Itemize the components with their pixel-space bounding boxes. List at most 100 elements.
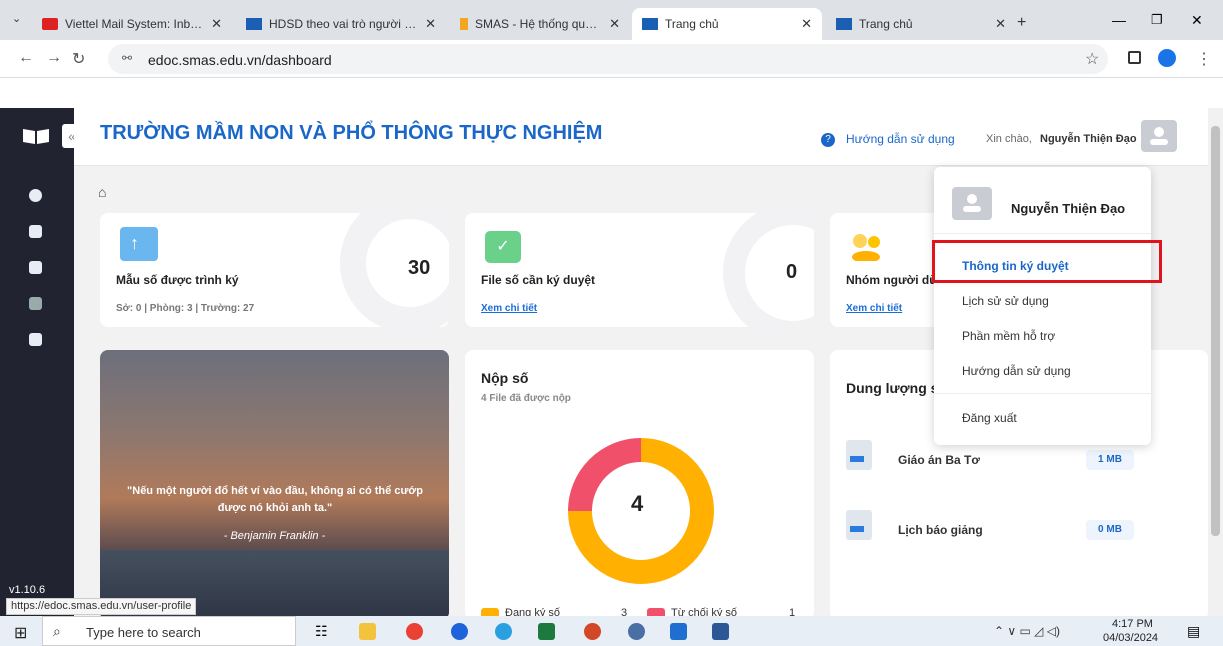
close-icon[interactable]: ✕ — [995, 16, 1006, 32]
close-icon[interactable]: ✕ — [801, 16, 812, 32]
side-panel-icon[interactable] — [1128, 51, 1141, 64]
menu-avatar — [952, 187, 992, 220]
quote-card: "Nếu một người đổ hết ví vào đầu, không … — [100, 350, 449, 616]
chrome-icon[interactable] — [406, 623, 423, 640]
templates-count: 30 — [408, 257, 431, 279]
status-url: https://edoc.smas.edu.vn/user-profile — [6, 598, 197, 615]
tab-smas[interactable]: SMAS - Hệ thống quản lý nh✕ — [450, 8, 630, 40]
user-name: Nguyễn Thiện Đạo — [1040, 133, 1137, 145]
help-icon[interactable]: ? — [821, 133, 835, 147]
search-doc-nav-icon[interactable] — [29, 297, 42, 310]
vertical-scrollbar[interactable] — [1208, 108, 1223, 616]
address-text[interactable]: edoc.smas.edu.vn/dashboard — [148, 52, 332, 68]
upload-folder-nav-icon[interactable] — [29, 225, 42, 238]
tab-mail[interactable]: Viettel Mail System: Inbox (8 ✕ — [32, 8, 232, 40]
notification-icon[interactable]: ▤ — [1187, 623, 1200, 640]
divider — [934, 233, 1151, 234]
telegram-icon[interactable] — [495, 623, 512, 640]
card-decoration — [340, 213, 449, 327]
restore-icon[interactable]: ❐ — [1151, 12, 1163, 28]
quote-text: "Nếu một người đổ hết ví vào đầu, không … — [127, 485, 423, 514]
kebab-menu-icon[interactable]: ⋮ — [1196, 49, 1212, 69]
storage-item-size: 0 MB — [1086, 520, 1134, 540]
reload-icon[interactable]: ↻ — [72, 49, 85, 69]
legend-swatch-rejected — [647, 608, 665, 616]
breadcrumb-home-icon[interactable]: ⌂ — [98, 184, 106, 200]
menu-item-usage-history[interactable]: Lịch sử sử dụng — [962, 294, 1049, 308]
file-icon — [846, 510, 872, 540]
windows-start-icon[interactable]: ⊞ — [14, 623, 27, 643]
search-placeholder: Type here to search — [86, 625, 201, 640]
word-icon[interactable] — [712, 623, 729, 640]
page-top-margin — [0, 78, 1223, 108]
task-view-icon[interactable]: ☷ — [315, 623, 328, 640]
close-icon[interactable]: ✕ — [211, 16, 222, 32]
new-tab-plus-icon[interactable]: + — [1017, 14, 1026, 32]
storage-item-name: Lịch báo giảng — [898, 523, 983, 537]
donut-total: 4 — [631, 491, 644, 516]
app-icon[interactable] — [670, 623, 687, 640]
window-close-icon[interactable]: ✕ — [1191, 12, 1203, 29]
minimize-icon[interactable]: — — [1112, 12, 1126, 28]
legend-label-rejected: Từ chối ký số — [671, 607, 738, 616]
close-icon[interactable]: ✕ — [609, 16, 620, 32]
legend-value-signing: 3 — [621, 607, 628, 616]
tab-search-chevron-icon[interactable]: ⌄ — [12, 12, 21, 25]
profile-avatar-icon[interactable] — [1158, 49, 1176, 67]
back-arrow-icon[interactable]: ← — [18, 49, 34, 67]
site-info-icon[interactable]: ⚯ — [122, 51, 132, 65]
file-icon — [846, 440, 872, 470]
version-label: v1.10.6 — [9, 584, 46, 596]
tab-home-active[interactable]: Trang chủ ✕ — [632, 8, 822, 40]
files-card: ✓ File số cần ký duyệt 0 Xem chi tiết — [465, 213, 814, 327]
quote-author: - Benjamin Franklin - — [223, 530, 326, 542]
storage-item-name: Giáo án Ba Tơ — [898, 453, 980, 467]
paint-icon[interactable] — [628, 623, 645, 640]
templates-card: ↑ Mẫu số được trình ký 30 Sở: 0 | Phòng:… — [100, 213, 449, 327]
scrollbar-thumb[interactable] — [1211, 126, 1220, 536]
menu-item-user-guide[interactable]: Hướng dẫn sử dụng — [962, 364, 1071, 378]
tab-hdsd[interactable]: HDSD theo vai trò người dùng ✕ — [236, 8, 446, 40]
lightning-favicon-icon — [460, 18, 468, 30]
templates-label: Mẫu số được trình ký — [116, 273, 239, 287]
clock-time: 4:17 PM — [1112, 618, 1153, 630]
submit-subtitle: 4 File đã được nộp — [481, 393, 571, 404]
excel-icon[interactable] — [538, 623, 555, 640]
powerpoint-icon[interactable] — [584, 623, 601, 640]
book-favicon-icon — [836, 18, 852, 30]
home-nav-icon[interactable] — [29, 189, 42, 202]
browser-toolbar: ← → ↻ ⚯ edoc.smas.edu.vn/dashboard ☆ ⋮ — [0, 40, 1223, 78]
menu-user-name: Nguyễn Thiện Đạo — [1011, 201, 1126, 216]
browser-tab-bar: ⌄ Viettel Mail System: Inbox (8 ✕ HDSD th… — [0, 0, 1223, 40]
page-header: TRƯỜNG MẦM NON VÀ PHỔ THÔNG THỰC NGHIỆM … — [74, 108, 1208, 166]
files-label: File số cần ký duyệt — [481, 273, 596, 287]
system-tray-icons[interactable]: ⌃ ∨ ▭ ◿ ◁) — [994, 624, 1060, 638]
user-avatar[interactable] — [1141, 120, 1177, 152]
menu-item-logout[interactable]: Đăng xuất — [962, 411, 1017, 425]
tab-home[interactable]: Trang chủ ✕ — [826, 8, 1016, 40]
file-explorer-icon[interactable] — [359, 623, 376, 640]
close-icon[interactable]: ✕ — [425, 16, 436, 32]
files-detail-link[interactable]: Xem chi tiết — [481, 303, 537, 314]
taskbar-search-box[interactable]: ⌕ Type here to search — [42, 616, 296, 646]
legend-swatch-signing — [481, 608, 499, 616]
address-bar[interactable]: ⚯ edoc.smas.edu.vn/dashboard — [108, 44, 1108, 74]
user-group-icon — [850, 233, 886, 263]
card-decoration — [723, 213, 814, 327]
storage-item-size: 1 MB — [1086, 450, 1134, 470]
zalo-icon[interactable] — [451, 623, 468, 640]
book-favicon-icon — [246, 18, 262, 30]
forward-arrow-icon[interactable]: → — [46, 49, 62, 67]
star-bookmark-icon[interactable]: ☆ — [1085, 49, 1099, 69]
submit-title: Nộp số — [481, 370, 529, 386]
submit-card: Nộp số 4 File đã được nộp 4 Đang ký số 3… — [465, 350, 814, 616]
help-link[interactable]: Hướng dẫn sử dụng — [846, 132, 955, 146]
folder-nav-icon[interactable] — [29, 333, 42, 346]
approve-folder-nav-icon[interactable] — [29, 261, 42, 274]
menu-item-support-software[interactable]: Phần mềm hỗ trợ — [962, 329, 1055, 343]
legend-value-rejected: 1 — [789, 607, 796, 616]
groups-detail-link[interactable]: Xem chi tiết — [846, 303, 902, 314]
search-icon: ⌕ — [53, 623, 61, 639]
app-logo-book-icon[interactable] — [22, 127, 50, 145]
legend-label-signing: Đang ký số — [505, 607, 561, 616]
